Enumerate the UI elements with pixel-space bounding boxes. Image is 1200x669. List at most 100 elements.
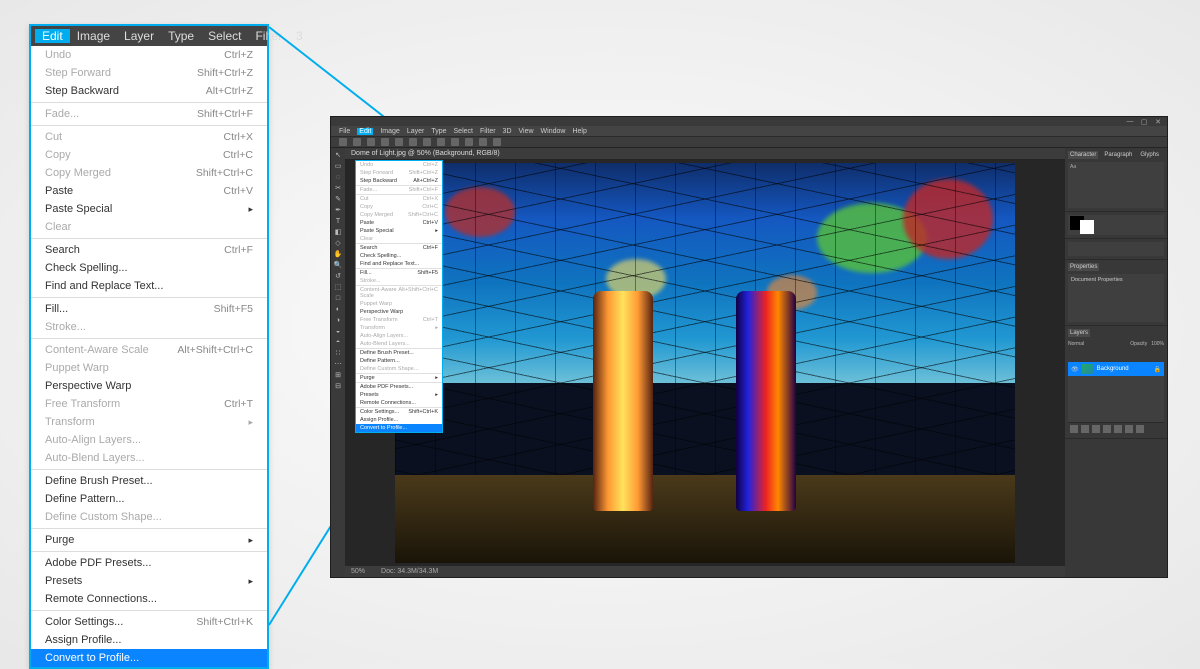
options-icon[interactable] <box>367 138 375 146</box>
ps-menu-item-perspective-warp[interactable]: Perspective Warp <box>356 308 442 316</box>
tool-9[interactable]: ✋ <box>333 249 343 259</box>
menu-item-fill[interactable]: Fill...Shift+F5 <box>31 300 267 318</box>
options-icon[interactable] <box>423 138 431 146</box>
ps-menu-item-paste[interactable]: PasteCtrl+V <box>356 219 442 227</box>
ps-menu-item-define-brush-preset[interactable]: Define Brush Preset... <box>356 349 442 357</box>
blend-mode[interactable]: Normal <box>1068 341 1084 347</box>
options-icon[interactable] <box>437 138 445 146</box>
ps-menubar-item-select[interactable]: Select <box>454 128 473 135</box>
ps-menubar-item-window[interactable]: Window <box>541 128 566 135</box>
options-icon[interactable] <box>493 138 501 146</box>
ps-menubar[interactable]: File Edit Image Layer Type Select Filter 3D View… <box>331 126 1167 136</box>
minimize-button[interactable]: — <box>1125 118 1135 125</box>
ps-menubar-item-image[interactable]: Image <box>380 128 399 135</box>
tool-7[interactable]: ◧ <box>333 227 343 237</box>
layers-buttons[interactable] <box>1068 422 1164 435</box>
menubar-item-select[interactable]: Select <box>201 29 248 43</box>
ps-menu-item-presets[interactable]: Presets▸ <box>356 391 442 399</box>
menu-item-remote-connections[interactable]: Remote Connections... <box>31 590 267 608</box>
menu-item-assign-profile[interactable]: Assign Profile... <box>31 631 267 649</box>
layers-tab[interactable]: Layers <box>1068 329 1090 337</box>
menu-item-adobe-pdf-presets[interactable]: Adobe PDF Presets... <box>31 554 267 572</box>
menu-item-paste-special[interactable]: Paste Special▸ <box>31 200 267 218</box>
ps-menu-item-purge[interactable]: Purge▸ <box>356 374 442 382</box>
menu-item-find-and-replace-text[interactable]: Find and Replace Text... <box>31 277 267 295</box>
options-icon[interactable] <box>465 138 473 146</box>
panel-tab-glyphs[interactable]: Glyphs <box>1138 151 1161 159</box>
adjustments-panel[interactable] <box>1065 239 1167 260</box>
visibility-icon[interactable]: 👁 <box>1071 366 1079 373</box>
tool-17[interactable]: ◓ <box>333 337 343 347</box>
ps-menubar-item-layer[interactable]: Layer <box>407 128 425 135</box>
tool-13[interactable]: □ <box>333 293 343 303</box>
background-swatch[interactable] <box>1080 220 1094 234</box>
document-tab[interactable]: Dome of Light.jpg @ 50% (Background, RGB… <box>345 148 1065 160</box>
ps-menu-item-define-pattern[interactable]: Define Pattern... <box>356 357 442 365</box>
options-icon[interactable] <box>409 138 417 146</box>
layer-row[interactable]: 👁 Background 🔒 <box>1068 362 1164 376</box>
ps-menu-item-fill[interactable]: Fill...Shift+F5 <box>356 269 442 277</box>
menu-item-presets[interactable]: Presets▸ <box>31 572 267 590</box>
opacity-value[interactable]: 100% <box>1151 341 1164 347</box>
ps-menu-item-find-and-replace-text[interactable]: Find and Replace Text... <box>356 260 442 268</box>
menu-item-define-brush-preset[interactable]: Define Brush Preset... <box>31 472 267 490</box>
tool-10[interactable]: 🔍 <box>333 260 343 270</box>
menu-item-define-pattern[interactable]: Define Pattern... <box>31 490 267 508</box>
menu-item-purge[interactable]: Purge▸ <box>31 531 267 549</box>
tool-4[interactable]: ✎ <box>333 194 343 204</box>
panel-tab-paragraph[interactable]: Paragraph <box>1102 151 1134 159</box>
tool-20[interactable]: ⊞ <box>333 370 343 380</box>
tool-16[interactable]: ◒ <box>333 326 343 336</box>
menu-item-color-settings[interactable]: Color Settings...Shift+Ctrl+K <box>31 613 267 631</box>
tool-15[interactable]: ◑ <box>333 315 343 325</box>
menubar-item-edit[interactable]: Edit <box>35 29 70 43</box>
properties-tab[interactable]: Properties <box>1068 263 1099 271</box>
options-icon[interactable] <box>479 138 487 146</box>
edit-dropdown-small[interactable]: UndoCtrl+ZStep ForwardShift+Ctrl+ZStep B… <box>355 160 443 433</box>
tool-1[interactable]: ▭ <box>333 161 343 171</box>
options-icon[interactable] <box>381 138 389 146</box>
tool-18[interactable]: ∷ <box>333 348 343 358</box>
tool-8[interactable]: ◇ <box>333 238 343 248</box>
tool-14[interactable]: ◐ <box>333 304 343 314</box>
ps-menubar-item-view[interactable]: View <box>519 128 534 135</box>
menubar-item-image[interactable]: Image <box>70 29 117 43</box>
ps-menu-item-color-settings[interactable]: Color Settings...Shift+Ctrl+K <box>356 408 442 416</box>
color-swatches-panel[interactable] <box>1065 212 1167 239</box>
tool-5[interactable]: ✒ <box>333 205 343 215</box>
ps-menu-item-convert-to-profile[interactable]: Convert to Profile... <box>356 424 442 432</box>
menu-item-check-spelling[interactable]: Check Spelling... <box>31 259 267 277</box>
ps-menu-item-step-backward[interactable]: Step BackwardAlt+Ctrl+Z <box>356 177 442 185</box>
tool-preset-icon[interactable] <box>339 138 347 146</box>
tool-2[interactable]: ◌ <box>333 172 343 182</box>
close-button[interactable]: ✕ <box>1153 118 1163 125</box>
menubar-item-type[interactable]: Type <box>161 29 201 43</box>
tool-0[interactable]: ↖ <box>333 150 343 160</box>
tool-6[interactable]: T <box>333 216 343 226</box>
panel-tab-character[interactable]: Character <box>1068 151 1098 159</box>
ps-menu-item-search[interactable]: SearchCtrl+F <box>356 244 442 252</box>
layers-panel[interactable]: Layers Normal Opacity 100% 👁 Background … <box>1065 326 1167 439</box>
ps-menubar-item-edit[interactable]: Edit <box>357 128 373 135</box>
tool-11[interactable]: ↺ <box>333 271 343 281</box>
ps-menu-item-check-spelling[interactable]: Check Spelling... <box>356 252 442 260</box>
ps-menubar-item-filter[interactable]: Filter <box>480 128 496 135</box>
options-icon[interactable] <box>451 138 459 146</box>
menu-item-perspective-warp[interactable]: Perspective Warp <box>31 377 267 395</box>
tool-12[interactable]: ⬚ <box>333 282 343 292</box>
options-icon[interactable] <box>353 138 361 146</box>
options-bar[interactable] <box>331 136 1167 148</box>
ps-menubar-item-3d[interactable]: 3D <box>503 128 512 135</box>
menu-item-convert-to-profile[interactable]: Convert to Profile... <box>31 649 267 667</box>
ps-menubar-item-type[interactable]: Type <box>431 128 446 135</box>
ps-menu-item-adobe-pdf-presets[interactable]: Adobe PDF Presets... <box>356 383 442 391</box>
maximize-button[interactable]: ▢ <box>1139 118 1149 125</box>
tool-3[interactable]: ✂ <box>333 183 343 193</box>
tool-21[interactable]: ⊟ <box>333 381 343 391</box>
ps-menu-item-remote-connections[interactable]: Remote Connections... <box>356 399 442 407</box>
ps-menubar-item-help[interactable]: Help <box>572 128 586 135</box>
ps-menubar-item-file[interactable]: File <box>339 128 350 135</box>
status-zoom[interactable]: 50% <box>351 568 365 575</box>
character-panel[interactable]: CharacterParagraphGlyphs Aa <box>1065 148 1167 212</box>
menubar-item-3[interactable]: 3 <box>289 29 310 43</box>
